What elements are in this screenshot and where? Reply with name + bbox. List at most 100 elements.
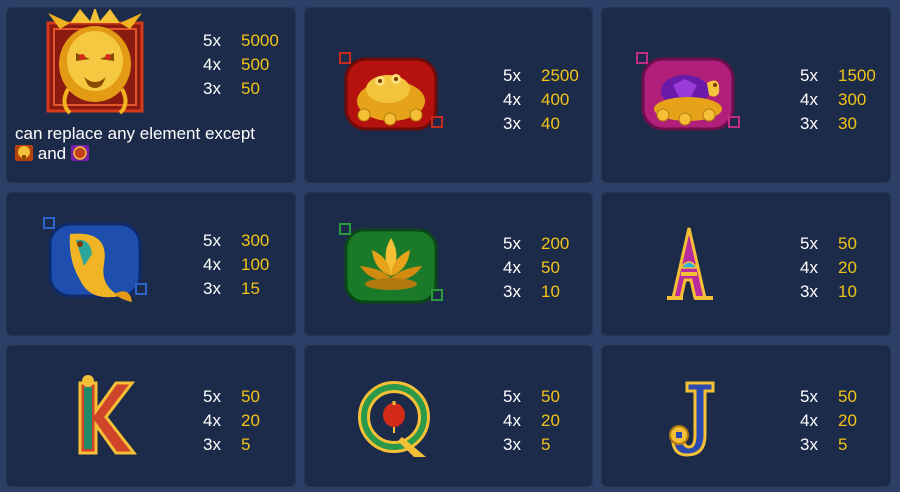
pay-multiplier: 3x: [203, 435, 221, 454]
pay-row-5x: 5x 5000: [203, 29, 279, 53]
pay-amount: 50: [541, 258, 560, 277]
letter-a-icon: [633, 210, 743, 320]
pay-multiplier: 4x: [503, 411, 521, 430]
pay-amount: 20: [241, 411, 260, 430]
golden-toad-icon: [336, 45, 446, 155]
pay-amount: 20: [838, 411, 857, 430]
pay-list: 5x 200 4x 50 3x 10: [503, 232, 569, 304]
pay-row-3x: 3x 5: [800, 433, 857, 457]
pay-amount: 50: [838, 387, 857, 406]
pay-multiplier: 3x: [800, 282, 818, 301]
paytable-card-k: 5x 50 4x 20 3x 5: [6, 345, 296, 487]
pay-multiplier: 4x: [503, 258, 521, 277]
pay-amount: 5: [541, 435, 551, 454]
pay-amount: 10: [541, 282, 560, 301]
pay-multiplier: 5x: [503, 234, 521, 253]
paytable-card-j: 5x 50 4x 20 3x 5: [601, 345, 891, 487]
pay-row-3x: 3x 5: [203, 433, 260, 457]
pay-amount: 50: [241, 387, 260, 406]
pay-row-4x: 4x 20: [203, 409, 260, 433]
letter-q-icon: [340, 361, 450, 471]
paytable-card-lotus: 5x 200 4x 50 3x 10: [304, 192, 593, 336]
pay-multiplier: 5x: [800, 66, 818, 85]
paytable-card-turtle: 5x 1500 4x 300 3x 30: [601, 7, 891, 183]
pay-row-5x: 5x 2500: [503, 64, 579, 88]
pay-row-3x: 3x 10: [800, 280, 857, 304]
pay-amount: 15: [241, 279, 260, 298]
golden-lotus-icon: [336, 210, 446, 320]
pay-amount: 5: [838, 435, 848, 454]
pay-multiplier: 4x: [203, 55, 221, 74]
pay-multiplier: 3x: [503, 282, 521, 301]
pay-amount: 40: [541, 114, 560, 133]
pay-multiplier: 4x: [203, 411, 221, 430]
pay-row-3x: 3x 40: [503, 112, 579, 136]
pay-amount: 5: [241, 435, 251, 454]
pay-list: 5x 1500 4x 300 3x 30: [800, 64, 876, 136]
pay-row-5x: 5x 50: [203, 385, 260, 409]
pay-row-3x: 3x 5: [503, 433, 560, 457]
pay-row-4x: 4x 500: [203, 53, 279, 77]
paytable-grid: 5x 5000 4x 500 3x 50 can replace any ele…: [0, 0, 900, 492]
pay-amount: 200: [541, 234, 570, 253]
pay-list: 5x 5000 4x 500 3x 50: [203, 29, 279, 101]
pay-multiplier: 4x: [800, 411, 818, 430]
pay-amount: 50: [241, 79, 260, 98]
pay-multiplier: 4x: [800, 90, 818, 109]
pay-amount: 300: [838, 90, 867, 109]
pay-list: 5x 50 4x 20 3x 10: [800, 232, 857, 304]
wild-description-and: and: [37, 144, 67, 163]
wild-description-text: can replace any element except: [15, 124, 256, 143]
pay-row-4x: 4x 50: [503, 256, 569, 280]
pay-list: 5x 2500 4x 400 3x 40: [503, 64, 579, 136]
wild-description: can replace any element except and: [15, 124, 285, 164]
pay-amount: 100: [241, 255, 270, 274]
pay-row-4x: 4x 300: [800, 88, 876, 112]
pay-row-5x: 5x 50: [800, 385, 857, 409]
pay-row-5x: 5x 300: [203, 229, 269, 253]
paytable-card-toad: 5x 2500 4x 400 3x 40: [304, 7, 593, 183]
pay-amount: 5000: [241, 31, 279, 50]
paytable-card-koi: 5x 300 4x 100 3x 15: [6, 192, 296, 336]
pay-row-3x: 3x 50: [203, 77, 279, 101]
pay-amount: 500: [241, 55, 270, 74]
pay-multiplier: 3x: [203, 79, 221, 98]
pay-row-5x: 5x 200: [503, 232, 569, 256]
pay-amount: 300: [241, 231, 270, 250]
pay-row-4x: 4x 20: [800, 409, 857, 433]
pay-row-5x: 5x 50: [503, 385, 560, 409]
pay-multiplier: 3x: [800, 114, 818, 133]
pay-row-3x: 3x 10: [503, 280, 569, 304]
pay-multiplier: 3x: [503, 435, 521, 454]
pay-multiplier: 5x: [203, 387, 221, 406]
pay-multiplier: 4x: [503, 90, 521, 109]
letter-j-icon: [637, 361, 747, 471]
golden-koi-fish-icon: [40, 210, 150, 320]
purple-bonus-icon: [70, 145, 89, 161]
dragon-wild-icon: [40, 9, 150, 119]
pay-row-4x: 4x 20: [503, 409, 560, 433]
pay-row-5x: 5x 1500: [800, 64, 876, 88]
pay-list: 5x 300 4x 100 3x 15: [203, 229, 269, 301]
pay-row-4x: 4x 400: [503, 88, 579, 112]
pay-amount: 50: [838, 234, 857, 253]
golden-turtle-icon: [633, 45, 743, 155]
pay-amount: 20: [838, 258, 857, 277]
pay-multiplier: 5x: [503, 66, 521, 85]
pay-multiplier: 4x: [800, 258, 818, 277]
pay-amount: 30: [838, 114, 857, 133]
pay-amount: 400: [541, 90, 570, 109]
pay-row-4x: 4x 100: [203, 253, 269, 277]
pay-multiplier: 3x: [800, 435, 818, 454]
paytable-card-a: 5x 50 4x 20 3x 10: [601, 192, 891, 336]
pay-amount: 1500: [838, 66, 876, 85]
gold-tree-icon: [15, 145, 33, 161]
pay-multiplier: 3x: [503, 114, 521, 133]
pay-multiplier: 5x: [203, 31, 221, 50]
pay-list: 5x 50 4x 20 3x 5: [503, 385, 560, 457]
pay-amount: 2500: [541, 66, 579, 85]
pay-amount: 10: [838, 282, 857, 301]
pay-multiplier: 3x: [203, 279, 221, 298]
pay-multiplier: 5x: [503, 387, 521, 406]
pay-amount: 50: [541, 387, 560, 406]
